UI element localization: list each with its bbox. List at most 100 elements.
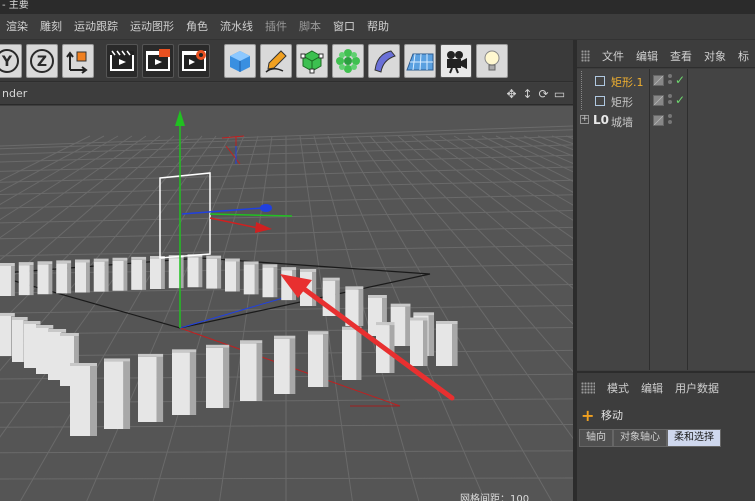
pillar-side	[273, 267, 278, 298]
pillar	[240, 340, 263, 401]
subdivision-button[interactable]	[296, 44, 328, 78]
cube-button[interactable]	[224, 44, 256, 78]
light-button[interactable]	[476, 44, 508, 78]
camera-button[interactable]	[440, 44, 472, 78]
am-menu-user-data[interactable]: 用户数据	[669, 380, 725, 396]
pillar-side	[161, 259, 165, 289]
visibility-dots-icon[interactable]	[668, 94, 672, 107]
object-name[interactable]: 城墙	[611, 114, 633, 130]
move-gizmo-z[interactable]	[181, 207, 263, 215]
grid-line	[0, 135, 217, 438]
pillar-top	[56, 260, 72, 264]
menu-render[interactable]: 渲染	[0, 14, 34, 40]
om-menu-objects[interactable]: 对象	[698, 48, 732, 64]
pillar-top	[436, 321, 458, 324]
layer-swatch-icon[interactable]	[653, 75, 664, 86]
tab-axis[interactable]: 轴向	[579, 429, 613, 447]
pillar-top	[410, 317, 428, 321]
pillar-face	[48, 332, 62, 380]
deformer-button[interactable]	[368, 44, 400, 78]
pillar-side	[198, 257, 203, 288]
pillar	[206, 255, 222, 289]
menu-bar: 渲染 雕刻 运动跟踪 运动图形 角色 流水线 插件 脚本 窗口 帮助	[0, 14, 755, 40]
pillar-face	[225, 261, 236, 292]
tab-soft-selection[interactable]: 柔和选择	[667, 429, 721, 447]
move-view-icon[interactable]: ✥	[504, 86, 519, 101]
pillar-top	[12, 317, 28, 320]
zoom-view-icon[interactable]: ↕	[520, 86, 535, 101]
3d-viewport[interactable]: 网格间距：100	[0, 106, 573, 501]
panel-grip-icon[interactable]	[581, 382, 595, 394]
om-menu-file[interactable]: 文件	[596, 48, 630, 64]
move-gizmo-z-handle[interactable]	[260, 204, 272, 212]
camera-axis-marker	[221, 135, 245, 165]
pillar-top	[206, 255, 222, 259]
object-row-rectangle[interactable]: 矩形 ✓	[577, 91, 755, 110]
pillar-top	[240, 340, 263, 344]
am-menu-mode[interactable]: 模式	[601, 380, 635, 396]
pillar-face	[18, 265, 30, 296]
viewport-menu-label[interactable]: nder	[2, 87, 27, 100]
menu-character[interactable]: 角色	[180, 14, 214, 40]
object-name[interactable]: 矩形	[611, 94, 633, 110]
menu-script[interactable]: 脚本	[293, 14, 327, 40]
render-picture-viewer-button[interactable]	[142, 44, 174, 78]
pen-button[interactable]	[260, 44, 292, 78]
grid-line	[453, 135, 573, 206]
menu-pipeline[interactable]: 流水线	[214, 14, 259, 40]
rotate-view-icon[interactable]: ⟳	[536, 86, 551, 101]
layer-swatch-icon[interactable]	[653, 95, 664, 106]
maximize-view-icon[interactable]: ▭	[552, 86, 567, 101]
visibility-dots-icon[interactable]	[668, 114, 672, 127]
mograph-cloner-button[interactable]	[332, 44, 364, 78]
axis-y-button[interactable]: Y	[0, 44, 22, 78]
axis-z-letter: Z	[37, 54, 47, 70]
menu-help[interactable]: 帮助	[361, 14, 395, 40]
panel-grip-icon[interactable]	[581, 49, 590, 62]
om-menu-view[interactable]: 查看	[664, 48, 698, 64]
pillar	[262, 264, 278, 298]
object-row-rectangle-1[interactable]: 矩形.1 ✓	[577, 71, 755, 90]
render-view-button[interactable]	[106, 44, 138, 78]
coordinate-system-button[interactable]	[62, 44, 94, 78]
floor-button[interactable]	[404, 44, 436, 78]
move-gizmo-y[interactable]	[209, 213, 293, 217]
om-menu-tags[interactable]: 标	[732, 48, 755, 64]
om-menu-edit[interactable]: 编辑	[630, 48, 664, 64]
pillar-side	[67, 263, 72, 294]
object-row-city-wall[interactable]: + L0 城墙	[577, 111, 755, 130]
enabled-check-icon[interactable]: ✓	[675, 93, 685, 107]
menu-window[interactable]: 窗口	[327, 14, 361, 40]
object-name[interactable]: 矩形.1	[611, 74, 644, 90]
visibility-dots-icon[interactable]	[668, 74, 672, 87]
pillar-face	[274, 338, 290, 394]
menu-mograph[interactable]: 运动图形	[124, 14, 180, 40]
pillar-top	[112, 257, 128, 261]
attribute-tabs: 轴向 对象轴心 柔和选择	[579, 429, 721, 447]
axis-z-icon: Z	[30, 49, 54, 73]
viewport-header: nder ✥ ↕ ⟳ ▭	[0, 83, 575, 105]
pillar-side	[389, 325, 395, 373]
pillar-side	[405, 306, 411, 346]
pillar-face	[138, 356, 157, 422]
pillar-side	[90, 366, 97, 436]
am-menu-edit[interactable]: 编辑	[635, 380, 669, 396]
pillar-side	[428, 315, 435, 356]
render-settings-button[interactable]	[178, 44, 210, 78]
move-gizmo-x-handle[interactable]	[255, 222, 272, 233]
expand-icon[interactable]: +	[580, 115, 589, 124]
pillar	[104, 358, 131, 429]
grid-line	[19, 135, 231, 501]
menu-plugins[interactable]: 插件	[259, 14, 293, 40]
y-axis-arrowhead[interactable]	[175, 110, 185, 126]
menu-motion-tracking[interactable]: 运动跟踪	[68, 14, 124, 40]
enabled-check-icon[interactable]: ✓	[675, 73, 685, 87]
layer-swatch-icon[interactable]	[653, 115, 664, 126]
menu-sculpt[interactable]: 雕刻	[34, 14, 68, 40]
pillar	[206, 344, 230, 408]
axis-z-button[interactable]: Z	[26, 44, 58, 78]
pillar-top	[262, 264, 278, 268]
pillar-side	[452, 324, 458, 366]
light-icon	[484, 50, 500, 71]
tab-object-axis[interactable]: 对象轴心	[613, 429, 667, 447]
